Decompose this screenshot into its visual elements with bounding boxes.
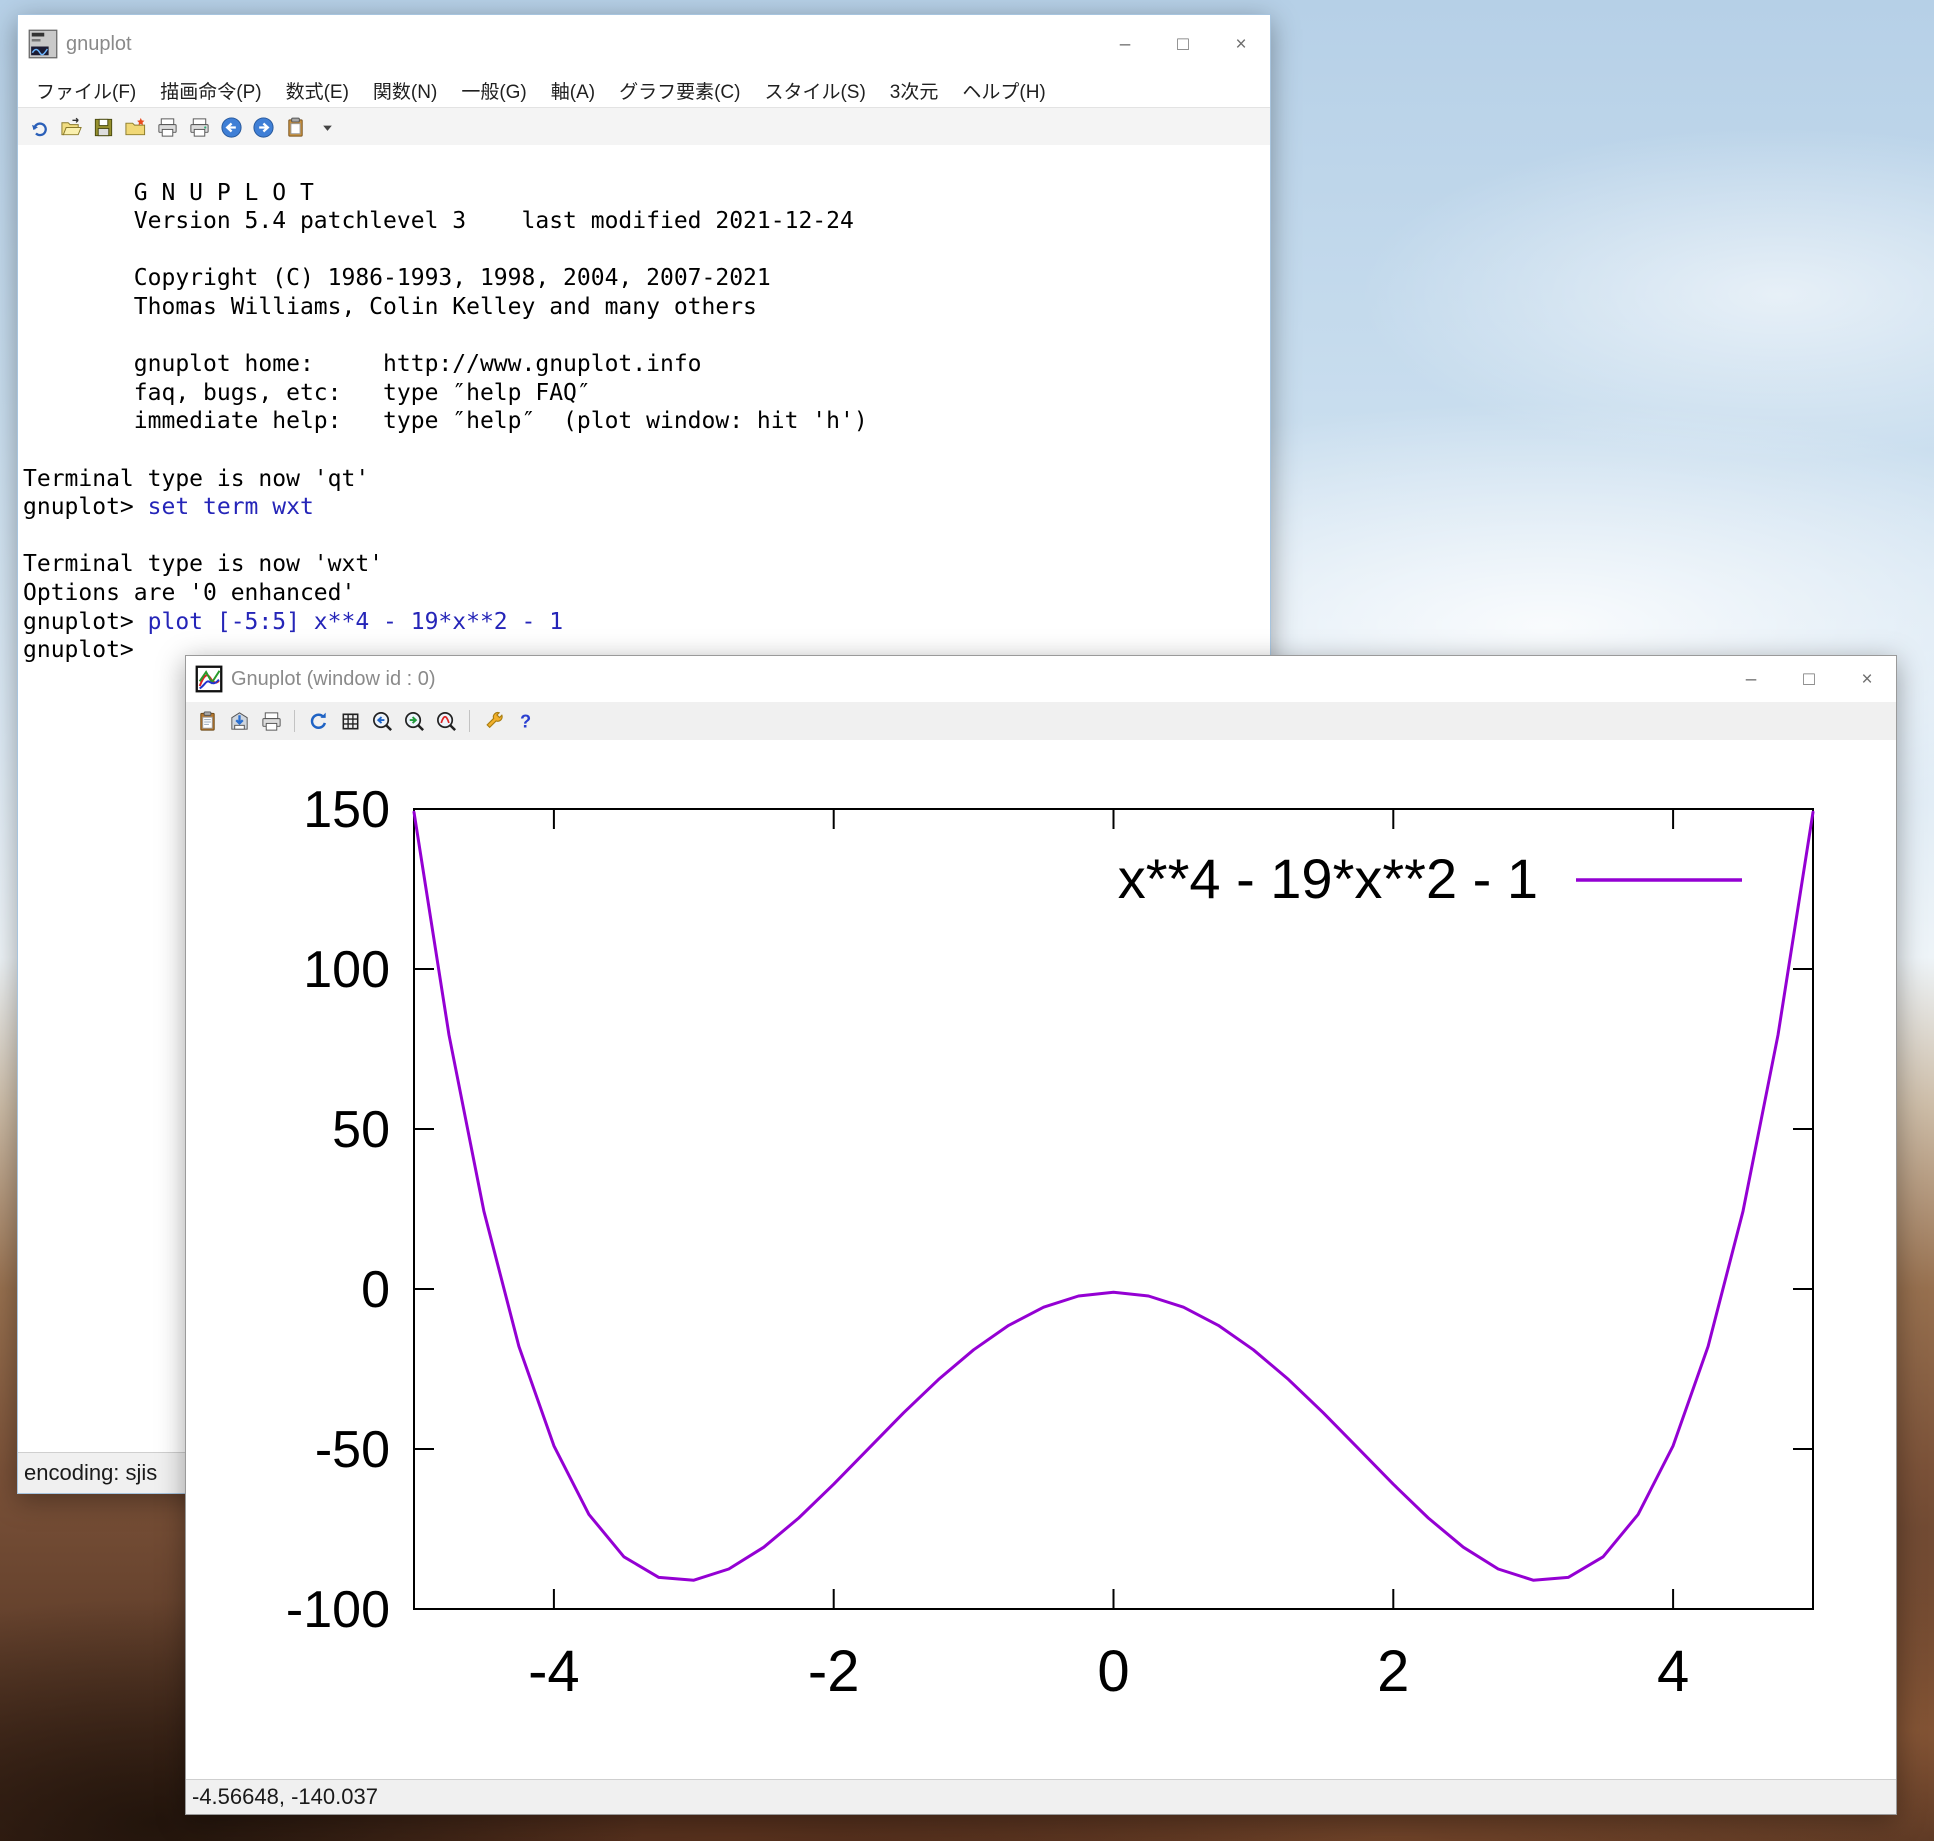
y-tick-label: 150	[303, 781, 390, 839]
y-tick-label: 100	[303, 941, 390, 999]
minimize-button[interactable]: –	[1722, 656, 1780, 702]
new-plot-icon[interactable]	[120, 113, 150, 141]
x-tick-label: 0	[1097, 1639, 1129, 1704]
maximize-button[interactable]: □	[1780, 656, 1838, 702]
plot-svg[interactable]: -4 -2 0 2 4 -100 -50 0 50 100 150 x**4 - 19*x**2 - …	[186, 740, 1894, 1780]
terminal-line	[23, 236, 1270, 265]
paste-icon[interactable]	[280, 113, 310, 141]
close-button[interactable]: ×	[1212, 15, 1270, 73]
menu-expr[interactable]: 数式(E)	[274, 77, 361, 104]
plot-window-title: Gnuplot (window id : 0)	[231, 668, 436, 691]
terminal-line: Copyright (C) 1986-1993, 1998, 2004, 200…	[23, 264, 1270, 293]
function-curve	[414, 812, 1813, 1580]
terminal-line: gnuplot home: http://www.gnuplot.info	[23, 350, 1270, 379]
plot-canvas[interactable]: -4 -2 0 2 4 -100 -50 0 50 100 150 x**4 - 19*x**2 - …	[186, 740, 1896, 1780]
console-menu-bar: ファイル(F)描画命令(P)数式(E)関数(N)一般(G)軸(A)グラフ要素(C…	[18, 73, 1270, 107]
caret-down-icon[interactable]	[312, 113, 342, 141]
console-window-title: gnuplot	[66, 33, 132, 56]
terminal-line: Version 5.4 patchlevel 3 last modified 2…	[23, 207, 1270, 236]
copy-clipboard-icon[interactable]	[192, 707, 222, 735]
terminal-line	[23, 436, 1270, 465]
zoom-next-icon[interactable]	[399, 707, 429, 735]
terminal-line: G N U P L O T	[23, 179, 1270, 208]
x-tick-label: -2	[808, 1639, 860, 1704]
menu-chart[interactable]: グラフ要素(C)	[607, 77, 752, 104]
refresh-icon[interactable]	[303, 707, 333, 735]
console-toolbar	[18, 107, 1270, 147]
close-button[interactable]: ×	[1838, 656, 1896, 702]
menu-axes[interactable]: 軸(A)	[539, 77, 607, 104]
plot-window-icon	[195, 665, 223, 693]
terminal-line: Thomas Williams, Colin Kelley and many o…	[23, 293, 1270, 322]
toolbar-separator	[469, 710, 470, 732]
y-tick-label: 50	[332, 1101, 390, 1159]
cursor-coordinates: -4.56648, -140.037	[192, 1784, 378, 1810]
menu-styles[interactable]: スタイル(S)	[752, 77, 877, 104]
print-icon[interactable]	[152, 113, 182, 141]
export-image-icon[interactable]	[224, 707, 254, 735]
y-tick-label: -100	[286, 1581, 390, 1639]
gnuplot-plot-window: Gnuplot (window id : 0) – □ × ? -4-2024-…	[185, 655, 1897, 1815]
replot-icon[interactable]	[24, 113, 54, 141]
y-tick-label: -50	[315, 1421, 390, 1479]
terminal-line: Options are '0 enhanced'	[23, 579, 1270, 608]
x-tick-label: 2	[1377, 1639, 1409, 1704]
settings-icon[interactable]	[478, 707, 508, 735]
terminal-line: Terminal type is now 'wxt'	[23, 550, 1270, 579]
open-icon[interactable]	[56, 113, 86, 141]
minimize-button[interactable]: –	[1096, 15, 1154, 73]
svg-text:?: ?	[519, 711, 530, 731]
help-icon[interactable]: ?	[510, 707, 540, 735]
plot-title-bar[interactable]: Gnuplot (window id : 0) – □ ×	[186, 656, 1896, 702]
terminal-line: gnuplot> plot [-5:5] x**4 - 19*x**2 - 1	[23, 608, 1270, 637]
gnuplot-app-icon	[28, 29, 58, 59]
y-tick-label: 0	[361, 1261, 390, 1319]
plot-toolbar: ?	[186, 702, 1896, 741]
plot-status-bar: -4.56648, -140.037	[186, 1779, 1896, 1814]
zoom-previous-icon[interactable]	[367, 707, 397, 735]
console-title-bar[interactable]: gnuplot – □ ×	[18, 15, 1270, 73]
terminal-line	[23, 322, 1270, 351]
plot-frame	[414, 809, 1813, 1609]
autoscale-icon[interactable]	[431, 707, 461, 735]
print-icon[interactable]	[256, 707, 286, 735]
menu-help[interactable]: ヘルプ(H)	[950, 77, 1057, 104]
back-icon[interactable]	[216, 113, 246, 141]
terminal-line: faq, bugs, etc: type ″help FAQ″	[23, 379, 1270, 408]
terminal-line: Terminal type is now 'qt'	[23, 465, 1270, 494]
menu-plot[interactable]: 描画命令(P)	[148, 77, 273, 104]
copy-print-icon[interactable]	[184, 113, 214, 141]
menu-general[interactable]: 一般(G)	[449, 77, 538, 104]
terminal-line: immediate help: type ″help″ (plot window…	[23, 407, 1270, 436]
menu-func[interactable]: 関数(N)	[361, 77, 449, 104]
terminal-line	[23, 150, 1270, 179]
encoding-status: encoding: sjis	[24, 1460, 157, 1486]
x-tick-label: 4	[1657, 1639, 1689, 1704]
terminal-line	[23, 522, 1270, 551]
grid-icon[interactable]	[335, 707, 365, 735]
maximize-button[interactable]: □	[1154, 15, 1212, 73]
terminal-line: gnuplot> set term wxt	[23, 493, 1270, 522]
legend-label: x**4 - 19*x**2 - 1	[1118, 847, 1538, 910]
forward-icon[interactable]	[248, 113, 278, 141]
toolbar-separator	[294, 710, 295, 732]
x-tick-label: -4	[528, 1639, 580, 1704]
menu-file[interactable]: ファイル(F)	[24, 77, 148, 104]
save-icon[interactable]	[88, 113, 118, 141]
menu-3d[interactable]: 3次元	[878, 77, 951, 104]
